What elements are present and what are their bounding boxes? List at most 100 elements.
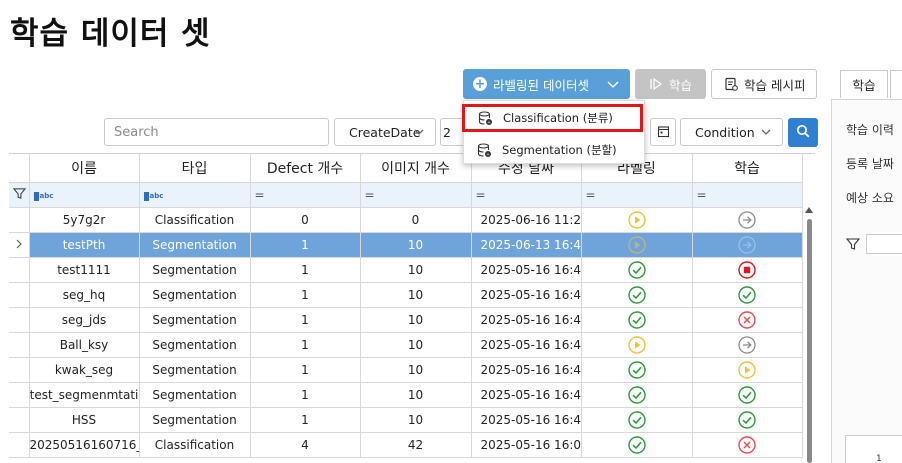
condition-select[interactable]: Condition [680, 118, 783, 146]
check-circle-icon[interactable] [627, 360, 646, 379]
cell-type[interactable]: Segmentation [139, 257, 251, 283]
cell-name[interactable]: Ball_ksy [29, 332, 140, 358]
play-circle-icon[interactable] [627, 210, 646, 229]
cell-images[interactable]: 0 [360, 207, 472, 233]
check-circle-icon[interactable] [627, 410, 646, 429]
cell-labeling[interactable] [581, 357, 693, 383]
cell-images[interactable]: 10 [360, 257, 472, 283]
filter-icon[interactable] [845, 236, 861, 255]
arrow-right-circle-icon[interactable] [738, 210, 756, 229]
row-indicator[interactable] [9, 432, 30, 458]
check-circle-icon[interactable] [627, 285, 646, 304]
cell-train[interactable] [692, 257, 803, 283]
cell-labeling[interactable] [581, 307, 693, 333]
x-circle-icon[interactable] [738, 435, 756, 454]
cell-name[interactable]: seg_jds [29, 307, 140, 333]
menu-item-classification[interactable]: + Classification (분류) [462, 104, 643, 132]
cell-train[interactable] [692, 307, 803, 333]
cell-name[interactable]: test_segmenmtati [29, 382, 140, 408]
cell-type[interactable]: Segmentation [139, 357, 251, 383]
cell-train[interactable] [692, 357, 803, 383]
table-row[interactable]: test_segmenmtati Segmentation 1 10 2025-05-1… [9, 382, 803, 408]
column-header-type[interactable]: 타입 [139, 154, 251, 183]
column-header-defects[interactable]: Defect 개수 [250, 154, 361, 183]
cell-images[interactable]: 10 [360, 307, 472, 333]
filter-icon[interactable] [9, 182, 30, 208]
cell-images[interactable]: 10 [360, 282, 472, 308]
cell-defects[interactable]: 0 [250, 207, 361, 233]
cell-labeling[interactable] [581, 332, 693, 358]
search-input[interactable] [104, 118, 329, 146]
cell-labeling[interactable] [581, 282, 693, 308]
filter-cell-defects[interactable]: = [250, 182, 361, 208]
cell-labeling[interactable] [581, 407, 693, 433]
cell-images[interactable]: 10 [360, 232, 472, 258]
cell-defects[interactable]: 1 [250, 232, 361, 258]
filter-cell-labeling[interactable]: = [581, 182, 693, 208]
search-button[interactable] [788, 118, 818, 147]
cell-name[interactable]: seg_hq [29, 282, 140, 308]
cell-images[interactable]: 42 [360, 432, 472, 458]
sort-field-select[interactable]: CreateDate [334, 118, 436, 146]
cell-images[interactable]: 10 [360, 382, 472, 408]
cell-type[interactable]: Segmentation [139, 407, 251, 433]
cell-type[interactable]: Segmentation [139, 332, 251, 358]
table-row[interactable]: HSS Segmentation 1 10 2025-05-16 16:44 [9, 407, 803, 433]
cell-type[interactable]: Classification [139, 207, 251, 233]
cell-name[interactable]: kwak_seg [29, 357, 140, 383]
cell-defects[interactable]: 1 [250, 282, 361, 308]
filter-cell-name[interactable]: abc [29, 182, 140, 208]
x-circle-icon[interactable] [738, 310, 756, 329]
cell-train[interactable] [692, 332, 803, 358]
cell-date[interactable]: 2025-05-16 16:44 [471, 332, 582, 358]
column-header-images[interactable]: 이미지 개수 [360, 154, 472, 183]
check-circle-icon[interactable] [627, 310, 646, 329]
cell-date[interactable]: 2025-05-16 16:44 [471, 307, 582, 333]
filter-cell-date[interactable]: = [471, 182, 582, 208]
cell-date[interactable]: 2025-06-13 16:46 [471, 232, 582, 258]
check-circle-icon[interactable] [627, 435, 646, 454]
cell-train[interactable] [692, 232, 803, 258]
table-row[interactable]: 20250516160716_ Classification 4 42 2025-05-… [9, 432, 803, 458]
cell-name[interactable]: 5y7g2r [29, 207, 140, 233]
cell-date[interactable]: 2025-05-16 16:45 [471, 257, 582, 283]
cell-name[interactable]: HSS [29, 407, 140, 433]
cell-type[interactable]: Segmentation [139, 232, 251, 258]
cell-name[interactable]: testPth [29, 232, 140, 258]
cell-images[interactable]: 10 [360, 357, 472, 383]
check-circle-icon[interactable] [627, 385, 646, 404]
check-circle-icon[interactable] [738, 285, 756, 304]
table-row[interactable]: Ball_ksy Segmentation 1 10 2025-05-16 16:44 [9, 332, 803, 358]
grid-vertical-scrollbar[interactable] [804, 207, 815, 463]
row-indicator[interactable] [9, 407, 30, 433]
cell-type[interactable]: Segmentation [139, 282, 251, 308]
check-circle-icon[interactable] [738, 385, 756, 404]
row-indicator[interactable] [9, 257, 30, 283]
cell-type[interactable]: Segmentation [139, 307, 251, 333]
cell-type[interactable]: Segmentation [139, 382, 251, 408]
cell-defects[interactable]: 1 [250, 382, 361, 408]
scroll-up-icon[interactable] [805, 207, 813, 213]
right-filter-cell[interactable] [866, 234, 902, 254]
play-circle-icon[interactable] [738, 360, 756, 379]
row-indicator[interactable] [9, 382, 30, 408]
table-row[interactable]: 5y7g2r Classification 0 0 2025-06-16 11:28 [9, 207, 803, 233]
cell-train[interactable] [692, 432, 803, 458]
cell-labeling[interactable] [581, 257, 693, 283]
arrow-right-circle-icon[interactable] [738, 335, 756, 354]
table-row[interactable]: kwak_seg Segmentation 1 10 2025-05-16 16:44 [9, 357, 803, 383]
table-row[interactable]: seg_hq Segmentation 1 10 2025-05-16 16:45 [9, 282, 803, 308]
tab-next[interactable] [890, 70, 902, 98]
row-indicator[interactable] [9, 332, 30, 358]
stop-circle-icon[interactable] [738, 260, 756, 279]
cell-train[interactable] [692, 282, 803, 308]
row-indicator[interactable] [9, 232, 30, 258]
check-circle-icon[interactable] [738, 410, 756, 429]
cell-date[interactable]: 2025-05-16 16:45 [471, 282, 582, 308]
cell-labeling[interactable] [581, 207, 693, 233]
train-button[interactable]: 학습 [635, 69, 706, 99]
cell-images[interactable]: 10 [360, 407, 472, 433]
table-row[interactable]: seg_jds Segmentation 1 10 2025-05-16 16:44 [9, 307, 803, 333]
cell-defects[interactable]: 1 [250, 257, 361, 283]
play-circle-icon[interactable] [627, 235, 646, 254]
